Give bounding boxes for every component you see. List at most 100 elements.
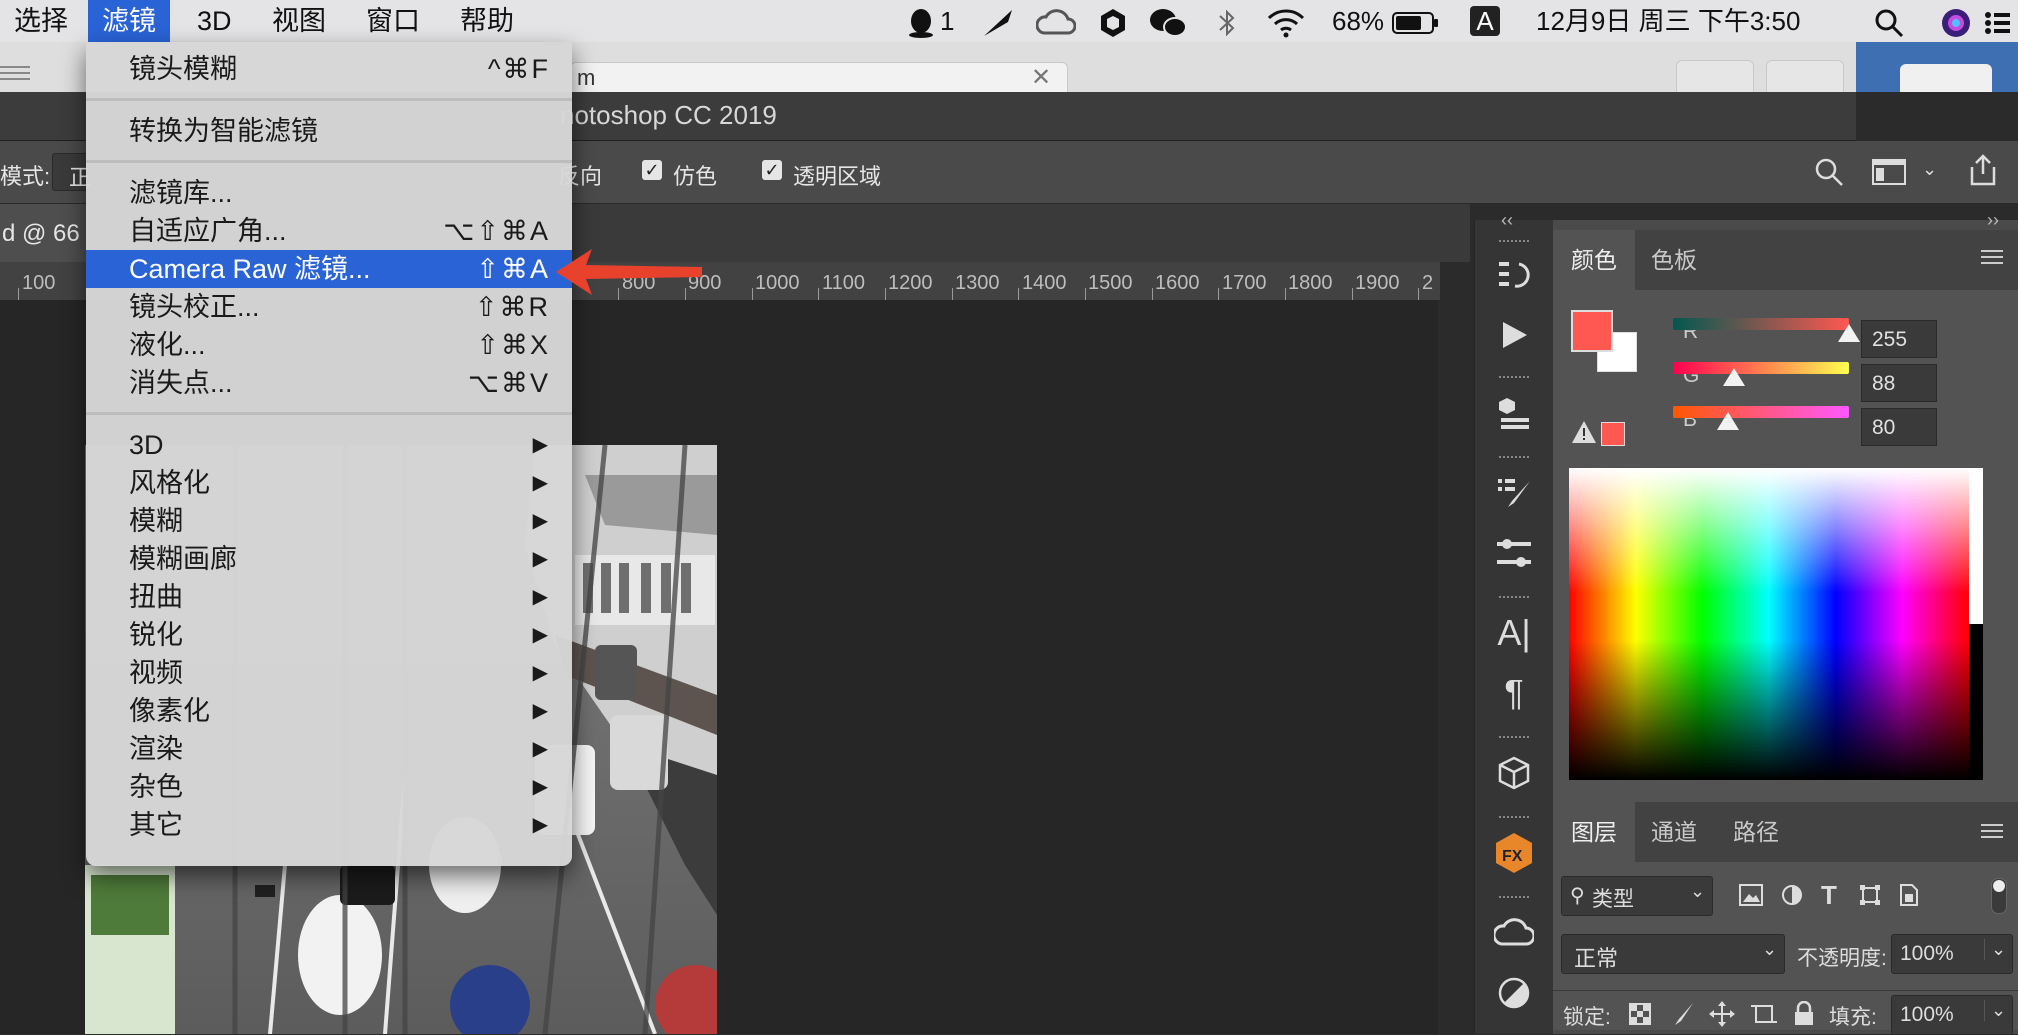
close-tab-icon[interactable]: ✕ bbox=[1031, 63, 1051, 92]
dither-checkbox[interactable]: ✓ bbox=[642, 160, 662, 180]
filter-menu-item[interactable]: 镜头校正... ⇧⌘R bbox=[86, 288, 572, 326]
filter-menu-item[interactable]: 渲染 ▶ bbox=[86, 730, 572, 768]
color-spectrum[interactable] bbox=[1569, 468, 1969, 780]
share-button[interactable] bbox=[1676, 60, 1754, 94]
character-icon[interactable]: A| bbox=[1489, 608, 1539, 658]
adjustments-icon[interactable] bbox=[1489, 528, 1539, 578]
collapse-right-icon[interactable]: ›› bbox=[1987, 210, 1999, 231]
panel-menu-icon[interactable] bbox=[1981, 248, 2003, 271]
qq-icon[interactable] bbox=[906, 0, 936, 42]
r-value-input[interactable]: 255 bbox=[1861, 320, 1937, 358]
layer-filter-select[interactable]: ⚲ 类型 ⌄ bbox=[1561, 876, 1713, 916]
hamburger-icon[interactable] bbox=[0, 66, 30, 80]
browser-tab[interactable]: m ✕ bbox=[570, 62, 1068, 93]
gamut-warning-icon[interactable] bbox=[1571, 420, 1597, 449]
chevron-down-icon[interactable]: ⌄ bbox=[1922, 159, 1937, 180]
spotlight-icon[interactable] bbox=[1874, 0, 1904, 42]
filter-toggle[interactable] bbox=[1991, 878, 2007, 914]
lock-brush-icon[interactable] bbox=[1669, 1001, 1695, 1032]
filter-menu-item[interactable]: 锐化 ▶ bbox=[86, 616, 572, 654]
menu-filter[interactable]: 滤镜 bbox=[88, 0, 170, 42]
tab-swatches[interactable]: 色板 bbox=[1633, 230, 1715, 290]
adjustment-circle-icon[interactable] bbox=[1489, 968, 1539, 1018]
input-method[interactable]: A bbox=[1470, 6, 1500, 36]
filter-shape-icon[interactable] bbox=[1859, 884, 1881, 911]
gray-ramp[interactable] bbox=[1969, 468, 1983, 780]
foreground-swatch[interactable] bbox=[1571, 310, 1613, 352]
filter-menu-item[interactable]: 镜头模糊 ^⌘F bbox=[86, 50, 572, 88]
menu-view[interactable]: 视图 bbox=[258, 0, 340, 42]
brush-settings-icon[interactable] bbox=[1489, 468, 1539, 518]
tab-layers[interactable]: 图层 bbox=[1553, 802, 1635, 862]
g-value-input[interactable]: 88 bbox=[1861, 364, 1937, 402]
wechat-icon[interactable] bbox=[1148, 0, 1188, 42]
filter-menu-item[interactable]: 转换为智能滤镜 bbox=[86, 112, 572, 150]
actions-play-icon[interactable] bbox=[1489, 310, 1539, 360]
b-slider-thumb[interactable] bbox=[1717, 412, 1740, 430]
control-center-icon[interactable] bbox=[1984, 0, 2012, 42]
tab-channels[interactable]: 通道 bbox=[1633, 802, 1715, 862]
filter-menu-item[interactable]: 自适应广角... ⌥⇧⌘A bbox=[86, 212, 572, 250]
filter-menu-item[interactable]: 模糊画廊 ▶ bbox=[86, 540, 572, 578]
collapse-left-icon[interactable]: ‹‹ bbox=[1501, 210, 1513, 231]
filter-menu-item[interactable]: Camera Raw 滤镜... ⇧⌘A bbox=[86, 250, 572, 288]
r-slider-thumb[interactable] bbox=[1838, 324, 1860, 342]
3d-layers-icon[interactable] bbox=[1489, 388, 1539, 438]
lock-position-icon[interactable] bbox=[1709, 1001, 1735, 1032]
g-slider[interactable] bbox=[1673, 362, 1849, 374]
blend-mode-select[interactable]: 正常 ⌄ bbox=[1561, 934, 1785, 974]
wifi-icon[interactable] bbox=[1266, 0, 1306, 42]
r-slider[interactable] bbox=[1673, 318, 1849, 330]
menu-window[interactable]: 窗口 bbox=[352, 0, 434, 42]
creative-cloud-icon[interactable] bbox=[1035, 0, 1077, 42]
filter-menu-item[interactable]: 其它 ▶ bbox=[86, 806, 572, 844]
filter-menu-item[interactable]: 风格化 ▶ bbox=[86, 464, 572, 502]
filter-menu-item[interactable]: 模糊 ▶ bbox=[86, 502, 572, 540]
menu-help[interactable]: 帮助 bbox=[446, 0, 528, 42]
opacity-input[interactable]: 100% ⌄ bbox=[1891, 934, 2013, 974]
filter-smart-object-icon[interactable] bbox=[1899, 884, 1919, 911]
filter-type-icon[interactable]: T bbox=[1821, 880, 1837, 911]
paragraph-icon[interactable]: ¶ bbox=[1489, 668, 1539, 718]
lock-all-icon[interactable] bbox=[1793, 1000, 1815, 1032]
fx-plugin-icon[interactable]: FX bbox=[1489, 828, 1539, 878]
datetime[interactable]: 12月9日 周三 下午3:50 bbox=[1536, 0, 1800, 42]
filter-menu-item[interactable]: 扭曲 ▶ bbox=[86, 578, 572, 616]
b-value-input[interactable]: 80 bbox=[1861, 408, 1937, 446]
battery-icon[interactable] bbox=[1392, 0, 1440, 42]
gamut-swatch[interactable] bbox=[1601, 422, 1625, 446]
filter-menu-item[interactable]: 杂色 ▶ bbox=[86, 768, 572, 806]
menu-3d[interactable]: 3D bbox=[183, 0, 246, 42]
bluetooth-icon[interactable] bbox=[1216, 0, 1238, 42]
background-button[interactable] bbox=[1900, 64, 1992, 92]
filter-menu-item[interactable]: 滤镜库... bbox=[86, 174, 572, 212]
menu-select[interactable]: 选择 bbox=[0, 0, 82, 42]
hexagon-icon[interactable] bbox=[1100, 0, 1126, 42]
filter-menu-item[interactable]: 3D ▶ bbox=[86, 426, 572, 464]
tabs-button[interactable] bbox=[1766, 60, 1844, 94]
filter-adjustment-icon[interactable] bbox=[1781, 884, 1803, 911]
transparency-checkbox[interactable]: ✓ bbox=[762, 160, 782, 180]
filter-menu-item[interactable]: 消失点... ⌥⌘V bbox=[86, 364, 572, 402]
filter-menu-item[interactable]: 视频 ▶ bbox=[86, 654, 572, 692]
filter-menu-item[interactable]: 像素化 ▶ bbox=[86, 692, 572, 730]
g-slider-thumb[interactable] bbox=[1722, 368, 1745, 386]
document-tab[interactable]: d @ 66 bbox=[0, 204, 86, 262]
tab-paths[interactable]: 路径 bbox=[1715, 802, 1797, 862]
b-slider[interactable] bbox=[1673, 406, 1849, 418]
lock-artboard-icon[interactable] bbox=[1751, 1001, 1777, 1032]
3d-cube-icon[interactable] bbox=[1489, 748, 1539, 798]
layers-menu-icon[interactable] bbox=[1981, 822, 2003, 845]
creative-cloud-libraries-icon[interactable] bbox=[1489, 908, 1539, 958]
history-icon[interactable] bbox=[1489, 250, 1539, 300]
workspace-icon[interactable] bbox=[1872, 159, 1906, 191]
siri-icon[interactable] bbox=[1940, 0, 1972, 42]
fill-input[interactable]: 100% ⌄ bbox=[1891, 995, 2013, 1035]
filter-image-icon[interactable] bbox=[1739, 884, 1763, 911]
filter-menu-item[interactable]: 液化... ⇧⌘X bbox=[86, 326, 572, 364]
feather-icon[interactable] bbox=[982, 0, 1016, 42]
search-icon[interactable] bbox=[1814, 157, 1844, 193]
lock-pixels-icon[interactable] bbox=[1629, 1003, 1651, 1030]
share-icon[interactable] bbox=[1966, 153, 2000, 193]
tab-color[interactable]: 颜色 bbox=[1553, 230, 1635, 290]
